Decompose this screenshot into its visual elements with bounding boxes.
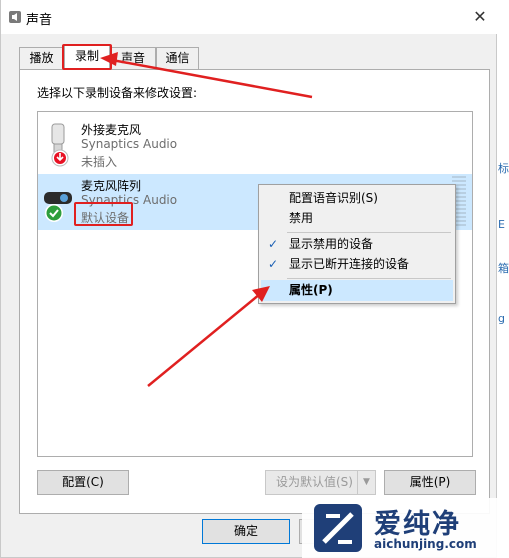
menu-item-disable[interactable]: 禁用 <box>261 208 453 229</box>
context-menu: 配置语音识别(S) 禁用 ✓ 显示禁用的设备 ✓ 显示已断开连接的设备 属性(P… <box>258 184 456 304</box>
background-text: E <box>498 218 505 231</box>
menu-item-configure-speech[interactable]: 配置语音识别(S) <box>261 188 453 209</box>
close-icon: ✕ <box>473 7 487 26</box>
background-window <box>496 0 509 558</box>
brand-logo-icon <box>314 504 362 552</box>
default-check-badge-icon <box>46 205 62 221</box>
ok-button[interactable]: 确定 <box>202 519 290 544</box>
menu-item-label: 显示已断开连接的设备 <box>289 257 410 271</box>
menu-item-properties[interactable]: 属性(P) <box>261 280 453 301</box>
menu-separator <box>287 278 451 279</box>
menu-item-label: 显示禁用的设备 <box>289 237 374 251</box>
background-text: 箱 <box>498 262 509 275</box>
window-title: 声音 <box>26 13 53 28</box>
menu-item-label: 属性(P) <box>289 283 333 297</box>
close-button[interactable]: ✕ <box>463 4 497 30</box>
set-default-label: 设为默认值(S) <box>276 475 353 489</box>
watermark: 爱纯净 aichunjing.com <box>302 498 509 558</box>
menu-separator <box>287 232 451 233</box>
panel-instruction: 选择以下录制设备来修改设置: <box>37 86 198 100</box>
device-name: 外接麦克风 <box>81 123 142 137</box>
set-default-button[interactable]: 设为默认值(S) ▼ <box>265 470 376 495</box>
title-bar[interactable]: 声音 ✕ <box>1 0 498 34</box>
device-status: 未插入 <box>81 155 118 169</box>
webcam-mic-icon <box>44 192 72 222</box>
background-text: 标 <box>498 162 509 175</box>
annotation-highlight-status <box>74 202 133 226</box>
background-text: g <box>498 312 505 325</box>
annotation-highlight-tab <box>62 44 112 70</box>
menu-item-label: 配置语音识别(S) <box>289 191 378 205</box>
device-item-external-mic[interactable]: 外接麦克风 Synaptics Audio 未插入 <box>38 118 472 174</box>
device-driver: Synaptics Audio <box>81 137 178 151</box>
configure-button[interactable]: 配置(C) <box>37 470 129 495</box>
tab-communications[interactable]: 通信 <box>156 47 199 69</box>
microphone-icon <box>51 123 69 167</box>
device-name: 麦克风阵列 <box>81 179 142 193</box>
watermark-url: aichunjing.com <box>374 537 477 551</box>
menu-item-show-disconnected[interactable]: ✓ 显示已断开连接的设备 <box>261 254 453 275</box>
menu-item-label: 禁用 <box>289 211 314 225</box>
speaker-icon <box>9 11 21 23</box>
check-icon: ✓ <box>268 237 279 251</box>
check-icon: ✓ <box>268 257 279 271</box>
dropdown-arrow-icon[interactable]: ▼ <box>357 471 375 494</box>
tab-playback[interactable]: 播放 <box>19 47 64 69</box>
properties-button[interactable]: 属性(P) <box>384 470 476 495</box>
tab-sounds[interactable]: 声音 <box>110 47 156 69</box>
watermark-title: 爱纯净 <box>374 509 461 540</box>
menu-item-show-disabled[interactable]: ✓ 显示禁用的设备 <box>261 234 453 255</box>
